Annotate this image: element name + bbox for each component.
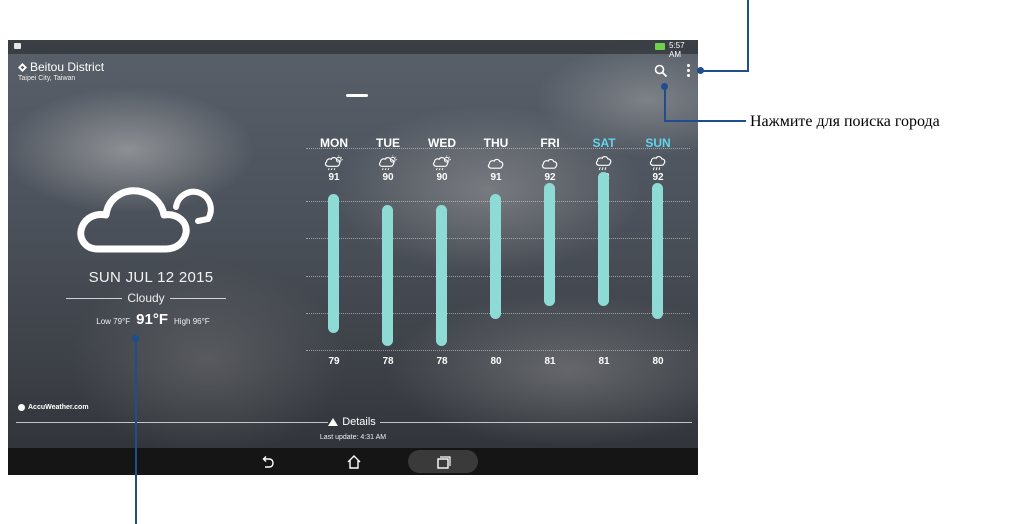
callout-line-search [664, 86, 666, 122]
forecast-day-name: SUN [645, 136, 671, 150]
forecast-day-name: FRI [540, 136, 560, 150]
notification-icon [14, 43, 21, 49]
low-temp: Low 79°F [96, 317, 131, 326]
forecast-low: 80 [490, 356, 502, 367]
forecast-temp-bar [382, 205, 393, 346]
location-selector[interactable]: Beitou District [18, 60, 104, 74]
callout-line-search [664, 120, 746, 122]
accuweather-logo[interactable]: AccuWeather.com [18, 404, 89, 411]
forecast-high: 92 [652, 172, 664, 183]
forecast-low: 79 [328, 356, 340, 367]
details-toggle[interactable]: Details [16, 416, 692, 428]
forecast-day-thu: THU 91 [469, 136, 523, 183]
forecast-temp-bar [652, 183, 663, 320]
forecast-low: 78 [436, 356, 448, 367]
triangle-up-icon [328, 418, 339, 426]
cloud-icon [487, 158, 504, 169]
current-date: SUN JUL 12 2015 [88, 269, 214, 286]
location-name: Beitou District [30, 60, 105, 74]
callout-dot-menu [697, 67, 704, 74]
forecast-day-fri: FRI 92 [523, 136, 577, 183]
battery-charging-icon [655, 43, 665, 50]
forecast-day-wed: WED 90 [415, 136, 469, 183]
thunder-rain-icon [432, 155, 451, 171]
forecast-temp-bar [490, 194, 501, 320]
location-region: Taipei City, Taiwan [18, 75, 76, 82]
forecast-day-name: TUE [376, 136, 400, 150]
location-pin-icon [18, 62, 27, 72]
forecast-day-name: THU [483, 136, 509, 150]
thunder-rain-icon [324, 155, 343, 171]
forecast-high: 90 [436, 172, 448, 183]
accuweather-text: AccuWeather.com [28, 404, 89, 411]
more-options-icon[interactable] [686, 64, 692, 80]
forecast-high: 92 [544, 172, 556, 183]
temperature-row: Low 79°F 91°F High 96°F [78, 311, 228, 328]
forecast-panel: MON9179TUE9078WED9078THU9180FRI9281SAT93… [306, 136, 690, 376]
forecast-temp-bar [544, 183, 555, 306]
forecast-high: 91 [490, 172, 502, 183]
forecast-temp-bar [436, 205, 447, 346]
page-indicator [346, 94, 368, 97]
forecast-high: 91 [328, 172, 340, 183]
home-icon[interactable] [346, 454, 362, 470]
cloud-icon [541, 158, 558, 169]
forecast-day-sun: SUN 92 [631, 136, 685, 183]
callout-line-menu [747, 0, 749, 71]
forecast-day-name: WED [428, 136, 456, 150]
forecast-high: 90 [382, 172, 394, 183]
cloudy-icon [77, 187, 214, 253]
last-update: Last update: 4:31 AM [319, 434, 387, 441]
forecast-day-tue: TUE 90 [361, 136, 415, 183]
condition-row: Cloudy [66, 291, 227, 305]
forecast-day-name: SAT [592, 136, 616, 150]
cloud-rain-icon [595, 156, 612, 171]
forecast-day-mon: MON 91 [307, 136, 361, 183]
forecast-low: 81 [544, 356, 556, 367]
grid-line [306, 350, 690, 351]
forecast-temp-bar [328, 194, 339, 333]
search-icon[interactable] [654, 64, 668, 78]
navigation-bar [8, 448, 698, 475]
tablet-screen: 5:57 AM Beitou District Taipei City, Tai… [8, 40, 698, 475]
status-bar: 5:57 AM [8, 40, 698, 59]
details-label: Details [342, 416, 376, 428]
current-temp: 91°F [136, 311, 169, 328]
thunder-rain-icon [378, 155, 397, 171]
back-icon[interactable] [260, 454, 276, 470]
forecast-low: 81 [598, 356, 610, 367]
forecast-temp-bar [598, 172, 609, 306]
accuweather-sun-icon [18, 404, 25, 411]
callout-label-search: Нажмите для поиска города [750, 113, 940, 130]
cloud-rain-icon [649, 156, 666, 171]
callout-line-menu [701, 70, 749, 72]
high-temp: High 96°F [174, 317, 210, 326]
forecast-low: 80 [652, 356, 664, 367]
current-condition: Cloudy [127, 291, 165, 305]
callout-line-temp [135, 338, 137, 524]
forecast-low: 78 [382, 356, 394, 367]
forecast-day-name: MON [320, 136, 348, 150]
recent-apps-icon[interactable] [435, 454, 451, 470]
status-time: 5:57 AM [669, 41, 685, 59]
